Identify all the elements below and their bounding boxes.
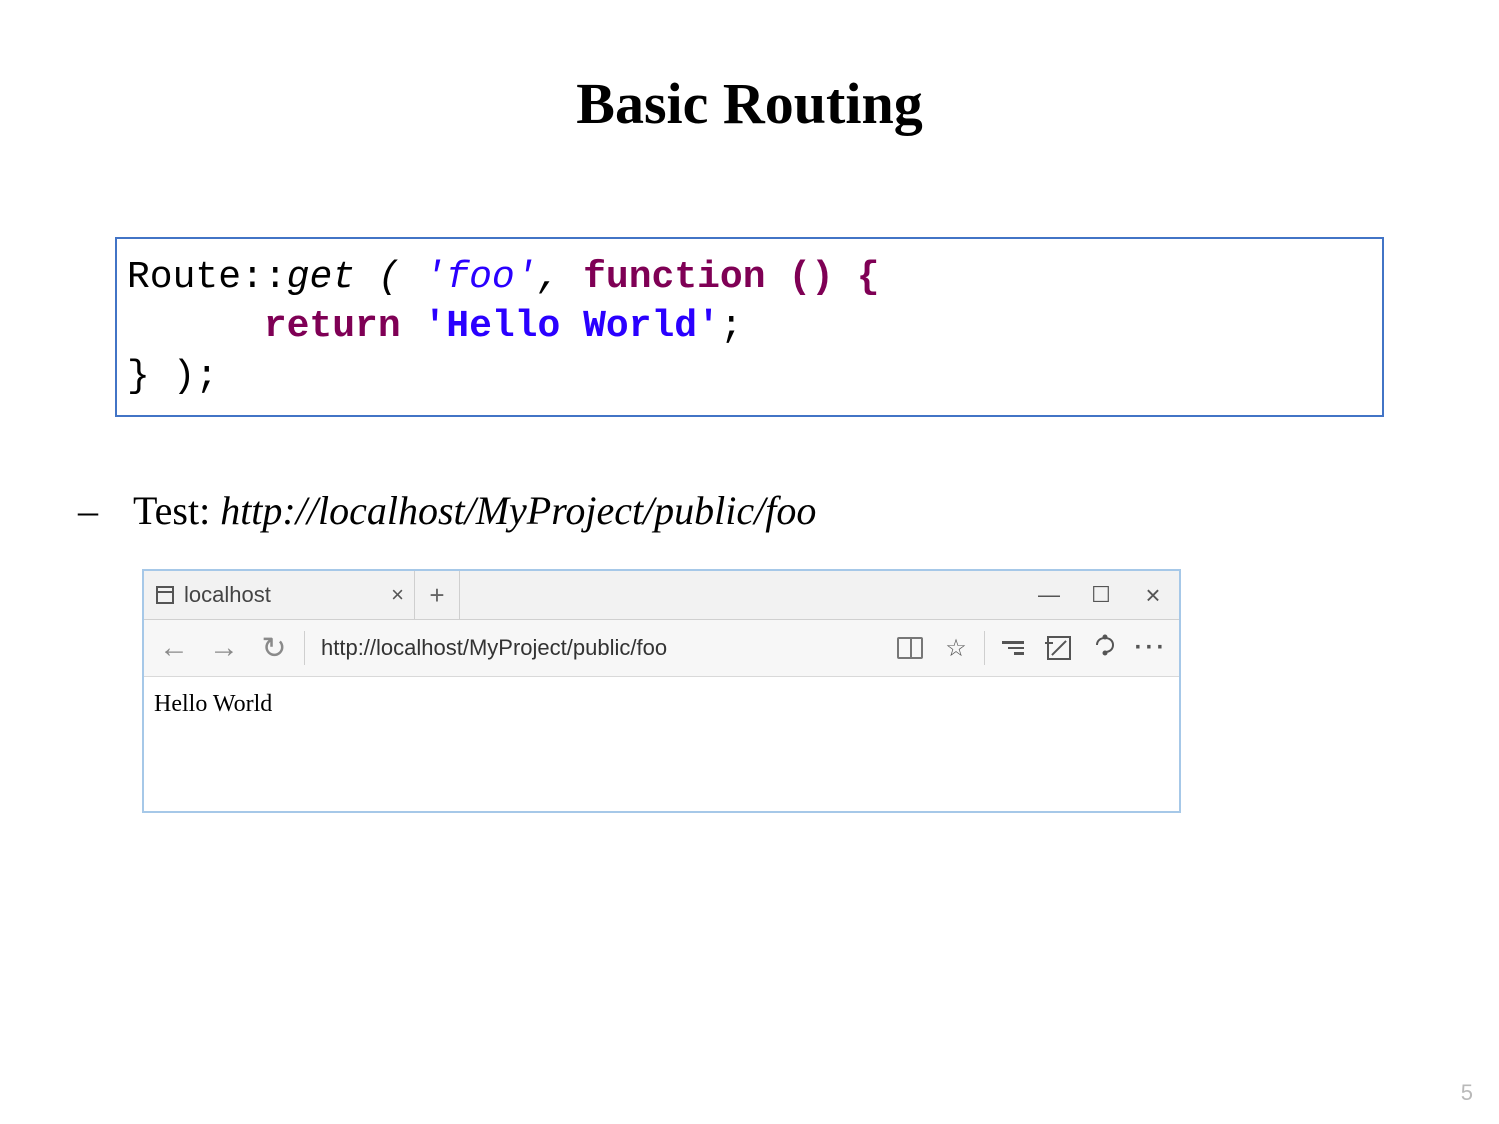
- more-icon[interactable]: ···: [1129, 620, 1173, 676]
- web-note-icon[interactable]: [1037, 620, 1081, 676]
- test-url: http://localhost/MyProject/public/foo: [220, 488, 816, 533]
- favorite-icon[interactable]: ☆: [934, 620, 978, 676]
- test-label: Test:: [133, 488, 220, 533]
- slide-title: Basic Routing: [90, 70, 1409, 137]
- bullet-dash: –: [78, 487, 133, 534]
- forward-button[interactable]: →: [200, 620, 248, 676]
- new-tab-button[interactable]: +: [415, 571, 460, 619]
- code-token: 'Hello World': [423, 305, 719, 348]
- reading-view-icon[interactable]: [888, 620, 932, 676]
- code-token: get (: [287, 256, 424, 299]
- page-icon: [156, 586, 174, 604]
- refresh-button[interactable]: ↻: [250, 620, 298, 676]
- share-icon[interactable]: [1083, 620, 1127, 676]
- code-token: 'foo': [423, 256, 537, 299]
- page-content: Hello World: [144, 677, 1179, 811]
- close-tab-icon[interactable]: ×: [389, 582, 406, 608]
- tab-title: localhost: [184, 582, 389, 608]
- browser-tab[interactable]: localhost ×: [144, 571, 415, 619]
- tab-spacer: [460, 571, 1023, 619]
- code-token: [127, 305, 264, 348]
- code-token: ;: [720, 305, 743, 348]
- hub-icon[interactable]: [991, 620, 1035, 676]
- window-maximize-button[interactable]: ☐: [1075, 571, 1127, 619]
- slide: Basic Routing Route::get ( 'foo', functi…: [0, 0, 1499, 1124]
- address-bar[interactable]: http://localhost/MyProject/public/foo: [311, 635, 667, 661]
- code-token: return: [264, 305, 424, 348]
- test-bullet: – Test: http://localhost/MyProject/publi…: [78, 487, 1409, 534]
- code-token: ,: [538, 256, 584, 299]
- code-block: Route::get ( 'foo', function () { return…: [115, 237, 1384, 417]
- browser-window: localhost × + — ☐ × ← → ↻ http://localho…: [142, 569, 1181, 813]
- nav-bar: ← → ↻ http://localhost/MyProject/public/…: [144, 620, 1179, 677]
- window-minimize-button[interactable]: —: [1023, 571, 1075, 619]
- code-token: } );: [127, 355, 218, 398]
- tab-bar: localhost × + — ☐ ×: [144, 571, 1179, 620]
- bullet-text: Test: http://localhost/MyProject/public/…: [133, 487, 816, 534]
- slide-number: 5: [1461, 1080, 1473, 1106]
- code-token: function () {: [583, 256, 879, 299]
- back-button[interactable]: ←: [150, 620, 198, 676]
- window-close-button[interactable]: ×: [1127, 571, 1179, 619]
- nav-separator: [304, 631, 305, 665]
- code-token: Route::: [127, 256, 287, 299]
- nav-separator: [984, 631, 985, 665]
